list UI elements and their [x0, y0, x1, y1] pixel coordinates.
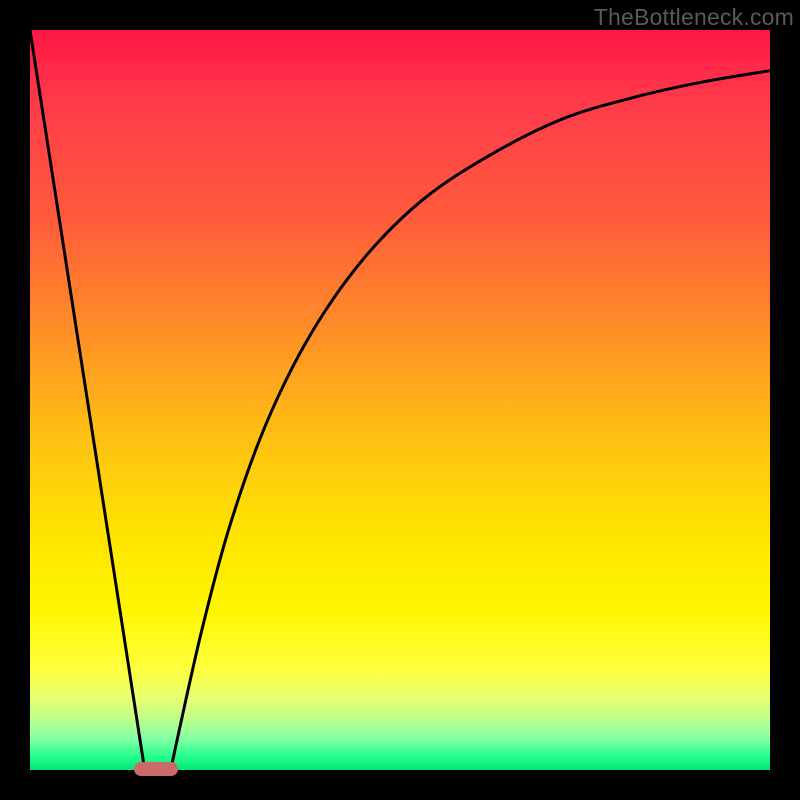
curve-layer [30, 30, 770, 770]
chart-frame: TheBottleneck.com [0, 0, 800, 800]
left-branch-line [30, 30, 145, 770]
bottleneck-marker [134, 762, 178, 776]
plot-area [30, 30, 770, 770]
right-branch-line [171, 71, 770, 770]
watermark-text: TheBottleneck.com [594, 4, 794, 31]
